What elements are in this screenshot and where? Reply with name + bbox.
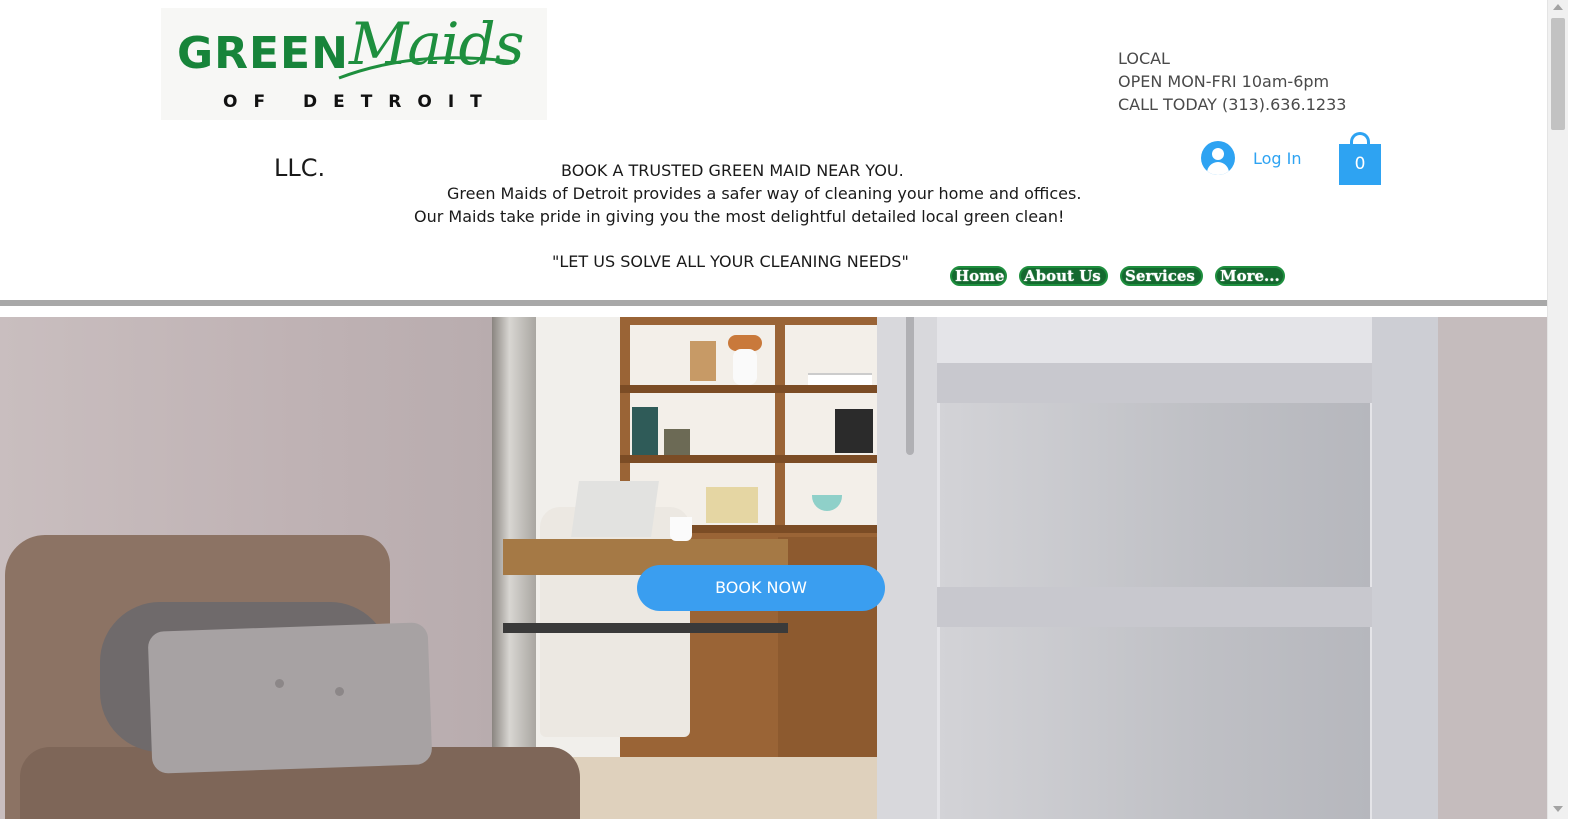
tagline-text-1: Green Maids of Detroit provides a safer … — [447, 184, 1082, 203]
desk-frame — [503, 623, 788, 633]
scroll-down-icon[interactable] — [1553, 806, 1563, 812]
page: GREEN Maids OF DETROIT LLC. LOCAL OPEN M… — [0, 0, 1584, 819]
pillow-button — [335, 687, 344, 696]
decor-cube — [835, 409, 873, 453]
login-label: Log In — [1253, 148, 1302, 168]
decor-plant — [664, 429, 690, 455]
info-local: LOCAL — [1118, 49, 1170, 68]
door-rail — [937, 363, 1377, 403]
shelf-cell — [785, 463, 877, 525]
cart-button[interactable]: 0 — [1339, 132, 1381, 186]
info-hours: OPEN MON-FRI 10am-6pm — [1118, 72, 1330, 91]
header-divider — [0, 300, 1547, 306]
tagline-text-2: Our Maids take pride in giving you the m… — [414, 207, 1065, 226]
logo-subtitle: OF DETROIT — [223, 92, 498, 112]
shelf-board — [620, 455, 877, 463]
hero-section: BOOK NOW — [0, 317, 1547, 819]
decor-binders — [632, 407, 658, 455]
tagline-heading: BOOK A TRUSTED GREEN MAID NEAR YOU. — [561, 161, 904, 180]
decor-books — [706, 487, 758, 523]
nav-item-about-us[interactable]: About Us — [1019, 266, 1108, 286]
scroll-up-icon[interactable] — [1553, 4, 1563, 10]
laptop — [571, 481, 659, 537]
door-handle — [906, 317, 914, 455]
logo-word-maids: Maids — [349, 10, 524, 78]
scrollbar-thumb[interactable] — [1551, 18, 1565, 130]
info-phone[interactable]: CALL TODAY (313).636.1233 — [1118, 95, 1346, 114]
wall-right — [1438, 317, 1547, 819]
nav-item-home[interactable]: Home — [950, 266, 1007, 286]
decor-books — [808, 373, 872, 385]
nav-item-services[interactable]: Services — [1120, 266, 1203, 286]
site-header: GREEN Maids OF DETROIT LLC. LOCAL OPEN M… — [0, 0, 1547, 300]
decor-box — [690, 341, 716, 381]
shelf-board — [620, 385, 877, 393]
door-glass — [940, 627, 1370, 819]
door-glass — [940, 403, 1370, 587]
company-suffix: LLC. — [274, 154, 326, 182]
door-rail — [937, 587, 1377, 627]
logo-word-green: GREEN — [177, 28, 349, 79]
page-scrollbar[interactable] — [1547, 0, 1568, 819]
main-nav: Home About Us Services More... — [950, 266, 1285, 286]
logo[interactable]: GREEN Maids OF DETROIT — [161, 8, 547, 120]
cup — [670, 517, 692, 541]
pillow-button — [275, 679, 284, 688]
decor-vase — [733, 349, 757, 385]
user-avatar-icon — [1201, 141, 1235, 175]
pillow — [147, 622, 433, 774]
tagline-quote: "LET US SOLVE ALL YOUR CLEANING NEEDS" — [552, 252, 909, 271]
nav-item-more[interactable]: More... — [1215, 266, 1285, 286]
cart-count: 0 — [1354, 154, 1366, 174]
door-post — [1372, 317, 1438, 819]
book-now-button[interactable]: BOOK NOW — [637, 565, 885, 611]
login-button[interactable]: Log In — [1201, 140, 1302, 176]
window-gutter — [1568, 0, 1584, 819]
